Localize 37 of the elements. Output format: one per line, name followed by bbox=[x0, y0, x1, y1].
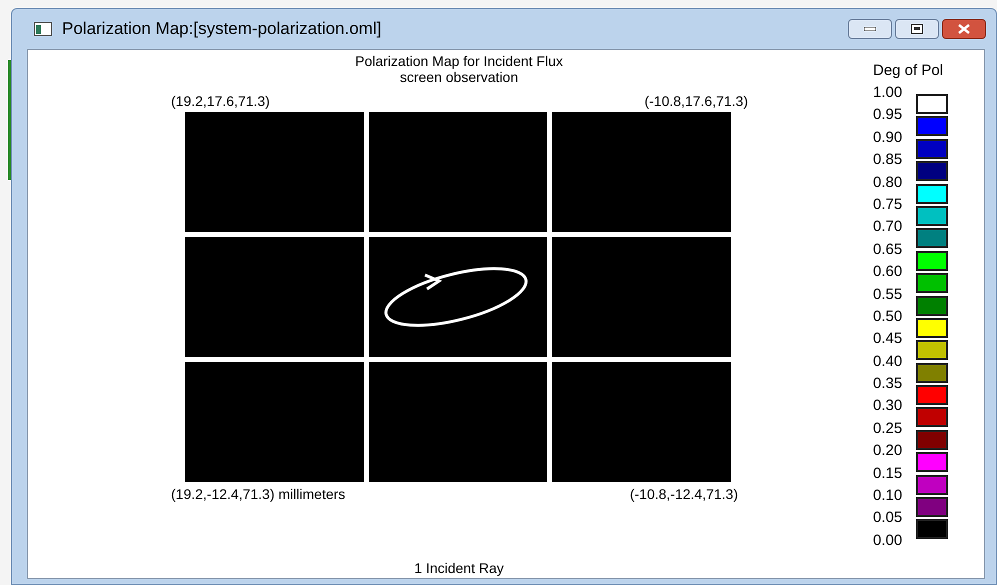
corner-label: (19.2,17.6,71.3) bbox=[171, 93, 270, 109]
legend-tick-label: 0.90 bbox=[873, 128, 902, 148]
legend-tick-label: 0.40 bbox=[873, 352, 902, 372]
window-title: Polarization Map:[system-polarization.oml] bbox=[62, 18, 382, 40]
plot-subtitle: screen observation bbox=[400, 69, 518, 85]
legend-title: Deg of Pol bbox=[873, 62, 944, 80]
legend-tick-label: 0.25 bbox=[873, 420, 902, 439]
legend-tick-label: 0.50 bbox=[873, 308, 902, 327]
plot-title: Polarization Map for Incident Flux bbox=[355, 53, 563, 69]
legend-tick-label: 0.35 bbox=[873, 375, 902, 394]
minimize-button[interactable] bbox=[848, 19, 892, 39]
legend-tick-label: 0.45 bbox=[873, 330, 902, 350]
legend-tick-label: 0.70 bbox=[873, 218, 902, 238]
legend-tick-label: 0.05 bbox=[873, 509, 902, 528]
corner-label: (-10.8,17.6,71.3) bbox=[643, 93, 748, 109]
legend-tick-label: 1.00 bbox=[873, 84, 902, 103]
maximize-icon bbox=[911, 24, 923, 34]
legend-tick-label: 0.65 bbox=[873, 240, 902, 260]
legend-tick-label: 0.00 bbox=[873, 532, 902, 551]
maximize-button[interactable] bbox=[895, 19, 939, 39]
close-button[interactable] bbox=[942, 19, 986, 39]
legend-tick-label: 0.20 bbox=[873, 442, 902, 462]
close-icon bbox=[958, 24, 970, 34]
legend-tick-label: 0.80 bbox=[873, 174, 902, 193]
legend-tick-label: 0.15 bbox=[873, 464, 902, 484]
window-icon bbox=[34, 22, 52, 36]
legend-tick-label: 0.10 bbox=[873, 487, 902, 506]
legend-tick-label: 0.60 bbox=[873, 263, 902, 282]
legend-tick-label: 0.55 bbox=[873, 286, 902, 305]
minimize-icon bbox=[864, 27, 876, 31]
legend-tick-label: 0.30 bbox=[873, 397, 902, 416]
corner-label: (19.2,-12.4,71.3) millimeters bbox=[171, 486, 346, 502]
legend-tick-label: 0.85 bbox=[873, 151, 902, 170]
legend-tick-label: 0.75 bbox=[873, 196, 902, 215]
ray-count-label: 1 Incident Ray bbox=[414, 560, 504, 576]
legend-tick-label: 0.95 bbox=[873, 106, 902, 126]
corner-label: (-10.8,-12.4,71.3) bbox=[628, 486, 738, 502]
